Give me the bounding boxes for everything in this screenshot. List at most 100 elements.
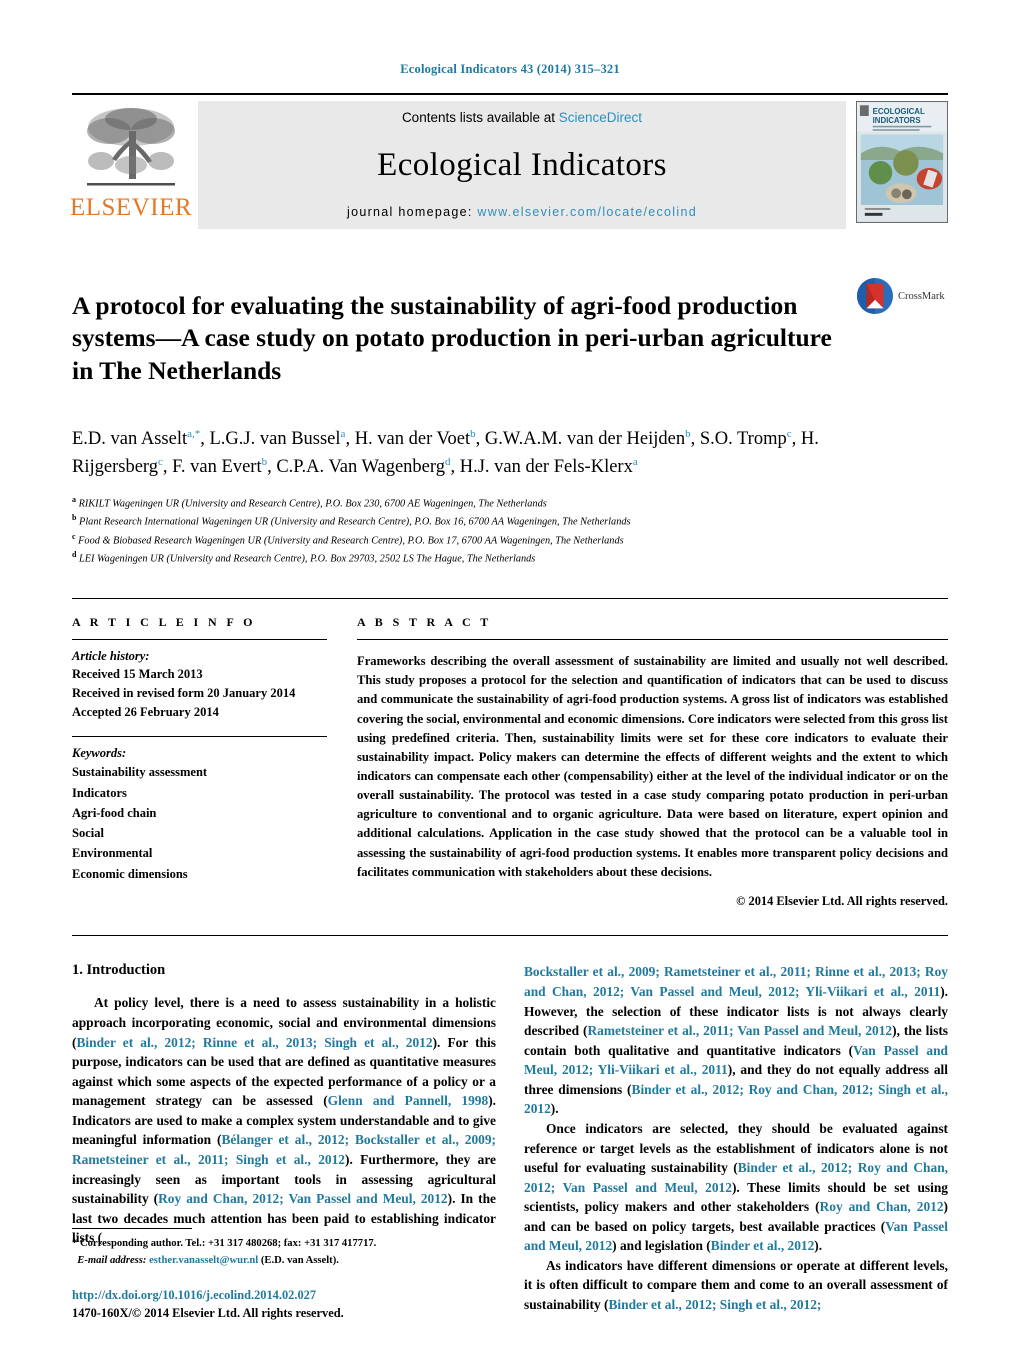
keyword-item[interactable]: Agri-food chain — [72, 803, 327, 823]
masthead-center: Contents lists available at ScienceDirec… — [198, 101, 846, 229]
article-history-item: Received in revised form 20 January 2014 — [72, 686, 296, 701]
keywords-label: Keywords: — [72, 745, 127, 760]
divider — [357, 638, 948, 640]
citation-link[interactable]: Bockstaller et al., 2009; Rametsteiner e… — [524, 964, 948, 999]
citation-link[interactable]: Binder et al., 2012 — [711, 1238, 815, 1253]
corresponding-author-footnote: * Corresponding author. Tel.: +31 317 48… — [72, 1228, 484, 1269]
section-heading-introduction: 1. Introduction — [72, 962, 166, 979]
paragraph-intro-right-2: Once indicators are selected, they shoul… — [524, 1119, 948, 1256]
footnote-divider — [72, 1228, 192, 1230]
text-run: ). — [550, 1101, 559, 1117]
author-affiliation-marker: a — [340, 428, 346, 441]
affiliation-marker: a — [72, 495, 76, 505]
keyword-item[interactable]: Environmental — [72, 843, 327, 863]
author-name[interactable]: L.G.J. van Bussel — [210, 429, 341, 449]
keywords-list: Sustainability assessment Indicators Agri-… — [72, 762, 327, 884]
author-affiliation-marker: a — [632, 456, 638, 469]
title-block: A protocol for evaluating the sustainabi… — [72, 273, 948, 404]
homepage-prefix: journal homepage: — [347, 205, 478, 219]
article-history-label: Article history: — [72, 648, 150, 663]
author-name[interactable]: C.P.A. Van Wagenberg — [276, 457, 445, 477]
elsevier-tree-icon — [87, 108, 175, 186]
paragraph-intro-right-1: Bockstaller et al., 2009; Rametsteiner e… — [524, 962, 948, 1119]
author-name[interactable]: G.W.A.M. van der Heijden — [485, 429, 685, 449]
citation-link[interactable]: Rametsteiner et al., 2011; Van Passel an… — [587, 1023, 892, 1038]
article-history-list: Received 15 March 2013 Received in revise… — [72, 665, 327, 721]
divider — [72, 638, 327, 640]
author-name[interactable]: S.O. Tromp — [700, 429, 787, 449]
body-column-right: Bockstaller et al., 2009; Rametsteiner e… — [524, 962, 948, 1314]
article-info-heading: A R T I C L E I N F O — [72, 614, 256, 629]
crossmark-label: CrossMark — [898, 290, 945, 302]
divider — [72, 735, 327, 737]
abstract-column: A B S T R A C T Frameworks describing th… — [357, 615, 948, 910]
affiliation-marker: b — [72, 513, 77, 523]
paragraph-intro-right-3: As indicators have different dimensions … — [524, 1256, 948, 1315]
affiliation-item: b Plant Research International Wageninge… — [72, 513, 631, 528]
text-run: ) and legislation ( — [612, 1238, 711, 1254]
footer-doi-block: http://dx.doi.org/10.1016/j.ecolind.2014… — [72, 1287, 502, 1323]
contents-available-line: Contents lists available at ScienceDirec… — [402, 110, 642, 125]
elsevier-logo: ELSEVIER — [69, 101, 193, 229]
page-title: A protocol for evaluating the sustainabi… — [72, 291, 832, 385]
text-run: ). — [814, 1238, 823, 1254]
paragraph-intro-left: At policy level, there is a need to asse… — [72, 993, 496, 1247]
email-link[interactable]: esther.vanasselt@wur.nl — [149, 1255, 258, 1266]
svg-text:ECOLOGICAL: ECOLOGICAL — [873, 107, 925, 116]
author-affiliation-marker: b — [261, 456, 268, 469]
author-affiliation-marker: d — [444, 456, 451, 469]
affiliation-marker: c — [72, 531, 76, 541]
citation-link[interactable]: Binder et al., 2012; Rinne et al., 2013;… — [76, 1035, 432, 1050]
keyword-item[interactable]: Sustainability assessment — [72, 762, 327, 782]
keyword-item[interactable]: Indicators — [72, 783, 327, 803]
keyword-item[interactable]: Social — [72, 823, 327, 843]
article-history-item: Accepted 26 February 2014 — [72, 704, 219, 719]
citation-link[interactable]: Roy and Chan, 2012; Van Passel and Meul,… — [158, 1191, 447, 1206]
author-list: E.D. van Asselta,*, L.G.J. van Bussela, … — [72, 428, 819, 478]
footnote-text: * Corresponding author. Tel.: +31 317 48… — [72, 1236, 484, 1269]
journal-title: Ecological Indicators — [377, 146, 667, 183]
author-affiliation-marker: b — [470, 428, 476, 441]
sciencedirect-link[interactable]: ScienceDirect — [559, 110, 642, 125]
author-name[interactable]: F. van Evert — [172, 457, 261, 477]
author-affiliation-marker: c — [157, 456, 163, 469]
elsevier-wordmark: ELSEVIER — [69, 194, 193, 221]
corresponding-author-text: Corresponding author. Tel.: +31 317 4802… — [79, 1238, 377, 1250]
keyword-item[interactable]: Economic dimensions — [72, 864, 327, 884]
author-name[interactable]: H.J. van der Fels-Klerx — [460, 457, 633, 477]
email-suffix: (E.D. van Asselt). — [260, 1254, 339, 1266]
author-name[interactable]: H. van der Voet — [355, 429, 470, 449]
journal-cover-image: ECOLOGICAL INDICATORS — [857, 102, 947, 222]
article-info-column: A R T I C L E I N F O Article history: R… — [72, 615, 357, 910]
journal-masthead: ELSEVIER Contents lists available at Sci… — [69, 93, 948, 229]
author-name[interactable]: E.D. van Asselt — [72, 429, 187, 449]
author-affiliation-marker: b — [685, 428, 691, 441]
affiliation-list: a RIKILT Wageningen UR (University and R… — [72, 494, 948, 568]
running-head: Ecological Indicators 43 (2014) 315–321 — [400, 62, 620, 76]
crossmark-icon — [856, 277, 894, 315]
affiliation-marker: d — [72, 550, 77, 560]
doi-link[interactable]: http://dx.doi.org/10.1016/j.ecolind.2014… — [72, 1287, 502, 1305]
abstract-heading: A B S T R A C T — [357, 614, 492, 629]
contents-prefix: Contents lists available at — [401, 110, 559, 125]
crossmark-badge[interactable]: CrossMark — [856, 277, 948, 315]
citation-link[interactable]: Glenn and Pannell, 1998 — [328, 1093, 489, 1108]
homepage-url-link[interactable]: www.elsevier.com/locate/ecolind — [477, 205, 697, 219]
affiliation-item: c Food & Biobased Research Wageningen UR… — [72, 531, 624, 547]
author-affiliation-marker: a,* — [187, 428, 201, 441]
journal-homepage-line: journal homepage: www.elsevier.com/locat… — [347, 205, 697, 219]
citation-link[interactable]: Roy and Chan, 2012 — [820, 1199, 944, 1214]
affiliation-item: d LEI Wageningen UR (University and Rese… — [72, 550, 536, 565]
author-affiliation-marker: c — [786, 428, 792, 441]
journal-cover-thumbnail: ECOLOGICAL INDICATORS — [856, 101, 948, 223]
citation-link[interactable]: Binder et al., 2012; Singh et al., 2012; — [608, 1297, 821, 1312]
article-history-item: Received 15 March 2013 — [72, 667, 203, 682]
journal-article-page: Ecological Indicators 43 (2014) 315–321 — [0, 0, 1020, 1351]
abstract-copyright: © 2014 Elsevier Ltd. All rights reserved… — [736, 894, 948, 909]
abstract-text: Frameworks describing the overall assess… — [357, 654, 948, 879]
svg-text:INDICATORS: INDICATORS — [873, 116, 921, 125]
issn-copyright-line: 1470-160X/© 2014 Elsevier Ltd. All right… — [72, 1306, 344, 1321]
footnote-marker: * — [72, 1238, 78, 1250]
affiliation-item: a RIKILT Wageningen UR (University and R… — [72, 495, 547, 510]
info-abstract-section: A R T I C L E I N F O Article history: R… — [72, 597, 948, 910]
